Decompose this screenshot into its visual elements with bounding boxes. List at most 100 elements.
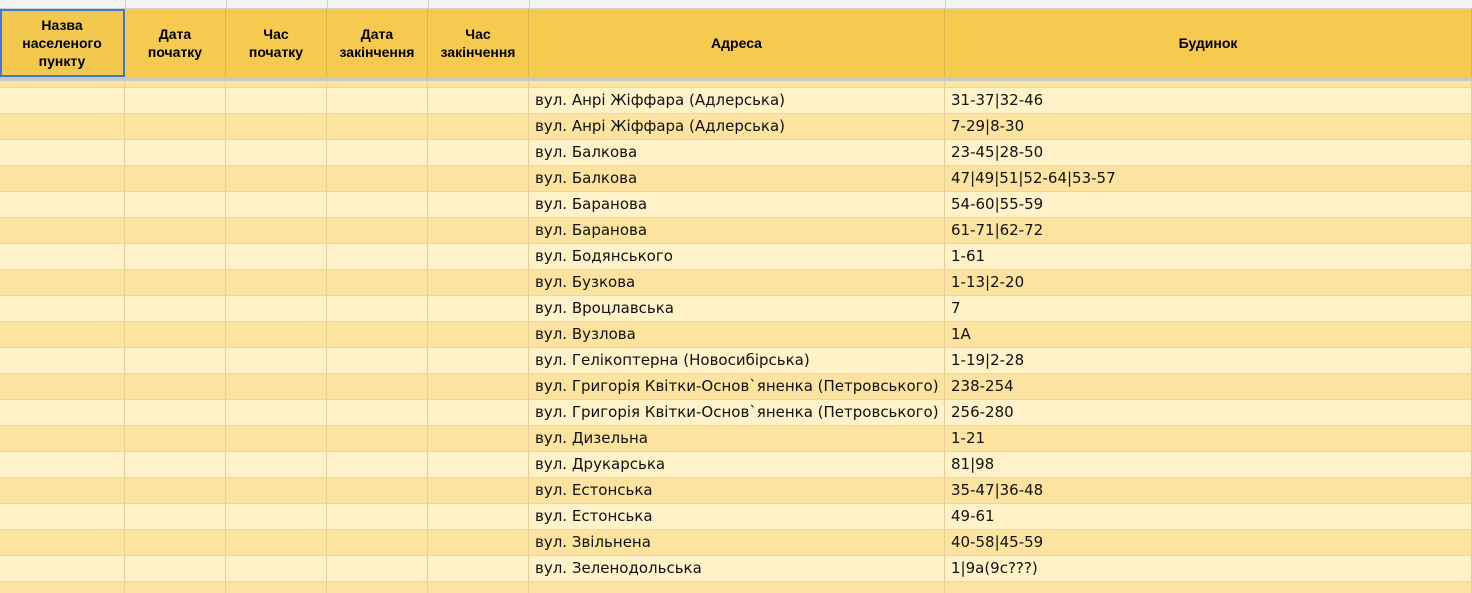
cell-end-time[interactable] — [428, 530, 529, 555]
cell-settlement[interactable] — [0, 192, 125, 217]
cell-address[interactable]: вул. Дизельна — [529, 426, 945, 451]
cell-address[interactable]: вул. Вроцлавська — [529, 296, 945, 321]
cell-start-time[interactable] — [226, 348, 327, 373]
cell-end-time[interactable] — [428, 374, 529, 399]
cell-end-date[interactable] — [327, 504, 428, 529]
cell-end-time[interactable] — [428, 556, 529, 581]
cell-address[interactable]: вул. Анрі Жіффара (Адлерська) — [529, 88, 945, 113]
header-start-time[interactable]: Час початку — [226, 9, 327, 77]
cell-address[interactable]: вул. Бузкова — [529, 270, 945, 295]
header-address[interactable]: Адреса — [529, 9, 945, 77]
cell-settlement[interactable] — [0, 556, 125, 581]
cell-building[interactable]: 47|49|51|52-64|53-57 — [945, 166, 1472, 191]
cell-end-time[interactable] — [428, 114, 529, 139]
cell-building[interactable]: 256-280 — [945, 400, 1472, 425]
cell-address[interactable]: вул. Бодянського — [529, 244, 945, 269]
cell-address[interactable]: вул. Григорія Квітки-Основ`яненка (Петро… — [529, 400, 945, 425]
cell-address[interactable]: вул. Друкарська — [529, 452, 945, 477]
cell-settlement[interactable] — [0, 348, 125, 373]
cell-settlement[interactable] — [0, 452, 125, 477]
cell-start-date[interactable] — [125, 348, 226, 373]
cell-building[interactable]: 1-61 — [945, 244, 1472, 269]
cell-end-time[interactable] — [428, 244, 529, 269]
cell-building[interactable]: 81|98 — [945, 452, 1472, 477]
cell-start-date[interactable] — [125, 166, 226, 191]
cell-building[interactable]: 61-71|62-72 — [945, 218, 1472, 243]
cell-start-time[interactable] — [226, 478, 327, 503]
cell-start-time[interactable] — [226, 270, 327, 295]
cell-building[interactable]: 31-37|32-46 — [945, 88, 1472, 113]
cell-end-date[interactable] — [327, 322, 428, 347]
cell-end-date[interactable] — [327, 270, 428, 295]
cell-settlement[interactable] — [0, 400, 125, 425]
cell-end-date[interactable] — [327, 296, 428, 321]
cell-start-date[interactable] — [125, 88, 226, 113]
cell-start-date[interactable] — [125, 270, 226, 295]
cell-end-date[interactable] — [327, 192, 428, 217]
cell-building[interactable]: 1А — [945, 322, 1472, 347]
cell-settlement[interactable] — [0, 426, 125, 451]
cell-building[interactable]: 23-45|28-50 — [945, 140, 1472, 165]
cell-end-time[interactable] — [428, 88, 529, 113]
cell-end-time[interactable] — [428, 296, 529, 321]
cell-start-time[interactable] — [226, 244, 327, 269]
cell-settlement[interactable] — [0, 530, 125, 555]
cell-settlement[interactable] — [0, 270, 125, 295]
cell-address[interactable]: вул. Григорія Квітки-Основ`яненка (Петро… — [529, 374, 945, 399]
cell-end-time[interactable] — [428, 192, 529, 217]
cell-start-time[interactable] — [226, 322, 327, 347]
cell-start-date[interactable] — [125, 322, 226, 347]
cell-settlement[interactable] — [0, 88, 125, 113]
cell-building[interactable]: 238-254 — [945, 374, 1472, 399]
cell-settlement[interactable] — [0, 374, 125, 399]
cell-settlement[interactable] — [0, 166, 125, 191]
cell-end-time[interactable] — [428, 348, 529, 373]
cell-address[interactable]: вул. Баранова — [529, 192, 945, 217]
cell-start-time[interactable] — [226, 504, 327, 529]
cell-start-date[interactable] — [125, 400, 226, 425]
cell-address[interactable]: вул. Балкова — [529, 166, 945, 191]
cell-building[interactable]: 1-13|2-20 — [945, 270, 1472, 295]
cell-end-time[interactable] — [428, 166, 529, 191]
cell-start-time[interactable] — [226, 192, 327, 217]
cell-building[interactable]: 7-29|8-30 — [945, 114, 1472, 139]
cell-settlement[interactable] — [0, 244, 125, 269]
cell-start-time[interactable] — [226, 400, 327, 425]
cell-end-time[interactable] — [428, 400, 529, 425]
cell-address[interactable]: вул. Звільнена — [529, 530, 945, 555]
cell-address[interactable]: вул. Гелікоптерна (Новосибірська) — [529, 348, 945, 373]
cell-address[interactable]: вул. Естонська — [529, 504, 945, 529]
cell-building[interactable]: 49-61 — [945, 504, 1472, 529]
cell-start-time[interactable] — [226, 556, 327, 581]
cell-start-date[interactable] — [125, 478, 226, 503]
cell-end-date[interactable] — [327, 374, 428, 399]
cell-settlement[interactable] — [0, 114, 125, 139]
cell-settlement[interactable] — [0, 322, 125, 347]
cell-address[interactable]: вул. Вузлова — [529, 322, 945, 347]
cell-start-time[interactable] — [226, 166, 327, 191]
cell-end-time[interactable] — [428, 218, 529, 243]
cell-start-time[interactable] — [226, 296, 327, 321]
header-end-time[interactable]: Час закінчення — [428, 9, 529, 77]
cell-start-date[interactable] — [125, 426, 226, 451]
cell-start-date[interactable] — [125, 530, 226, 555]
cell-end-date[interactable] — [327, 478, 428, 503]
cell-end-date[interactable] — [327, 166, 428, 191]
cell-end-date[interactable] — [327, 426, 428, 451]
cell-address[interactable]: вул. Анрі Жіффара (Адлерська) — [529, 114, 945, 139]
cell-settlement[interactable] — [0, 218, 125, 243]
cell-end-time[interactable] — [428, 504, 529, 529]
header-building[interactable]: Будинок — [945, 9, 1472, 77]
cell-end-time[interactable] — [428, 452, 529, 477]
cell-settlement[interactable] — [0, 478, 125, 503]
cell-end-date[interactable] — [327, 556, 428, 581]
cell-start-time[interactable] — [226, 88, 327, 113]
cell-address[interactable]: вул. Баранова — [529, 218, 945, 243]
cell-building[interactable]: 35-47|36-48 — [945, 478, 1472, 503]
header-end-date[interactable]: Дата закінчення — [327, 9, 428, 77]
cell-start-date[interactable] — [125, 452, 226, 477]
cell-end-date[interactable] — [327, 530, 428, 555]
cell-end-date[interactable] — [327, 140, 428, 165]
cell-settlement[interactable] — [0, 504, 125, 529]
cell-end-date[interactable] — [327, 114, 428, 139]
